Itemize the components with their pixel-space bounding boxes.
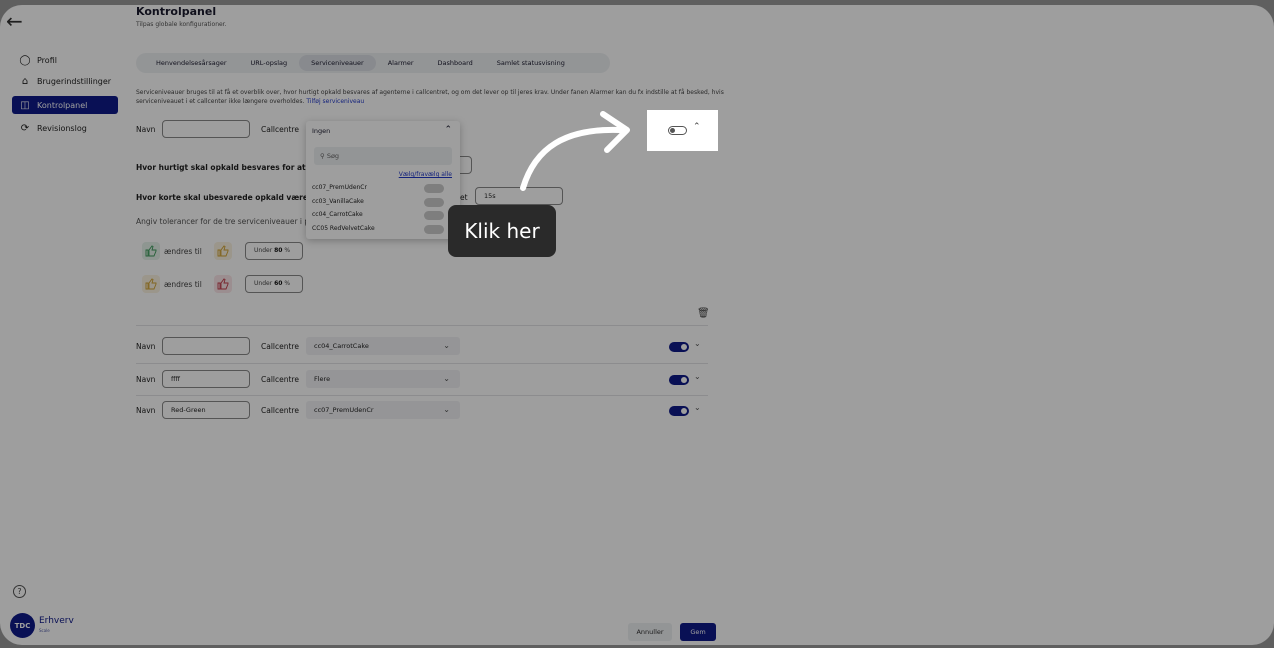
name-label: Navn — [136, 125, 156, 134]
thumb-yellow-icon — [214, 242, 232, 260]
row-callcentre-select[interactable]: cc04_CarrotCake ⌄ — [306, 337, 460, 355]
sidebar-item-profil[interactable]: ◯ Profil — [12, 51, 118, 69]
row-name-label: Navn — [136, 342, 156, 351]
changes-to-label: ændres til — [164, 280, 202, 289]
service-level-toggle[interactable] — [668, 126, 687, 135]
page-subtitle: Tilpas globale konfigurationer. — [136, 21, 227, 28]
tab-url-opslag[interactable]: URL-opslag — [239, 55, 300, 71]
tab-dashboard[interactable]: Dashboard — [426, 55, 485, 71]
page-title: Kontrolpanel — [136, 5, 217, 18]
chevron-down-icon[interactable]: ⌄ — [694, 339, 701, 348]
tab-samlet-statusvisning[interactable]: Samlet statusvisning — [485, 55, 577, 71]
callcentre-dropdown: Ingen ⌃ ⚲ Søg Vælg/fravælg alle cc07_Pre… — [306, 121, 460, 239]
chevron-up-icon[interactable]: ⌃ — [693, 122, 701, 132]
panel-icon: ◫ — [20, 99, 30, 111]
highlighted-toggle-area: ⌃ — [647, 110, 718, 151]
row-toggle[interactable] — [669, 375, 689, 385]
option-toggle[interactable] — [424, 184, 444, 193]
user-icon: ◯ — [19, 54, 31, 66]
row-name-input[interactable]: ffff — [162, 370, 250, 388]
pointer-arrow-icon — [520, 111, 630, 191]
refresh-icon: ⟳ — [20, 122, 30, 134]
row-toggle[interactable] — [669, 342, 689, 352]
tolerance-value: 80 — [274, 247, 283, 254]
option-toggle[interactable] — [424, 211, 444, 220]
tolerance-prefix: Under — [254, 280, 273, 287]
row-name-label: Navn — [136, 375, 156, 384]
home-icon: ⌂ — [21, 75, 29, 87]
logo-name: Erhverv — [39, 615, 74, 626]
row-callcentre-value: cc04_CarrotCake — [314, 342, 369, 350]
chevron-down-icon[interactable]: ⌄ — [694, 372, 701, 381]
click-here-tooltip: Klik her — [448, 205, 556, 257]
divider — [136, 325, 708, 326]
select-all-link[interactable]: Vælg/fravælg alle — [399, 171, 452, 178]
thumb-green-icon — [142, 242, 160, 260]
unanswered-duration-suffix: et — [460, 193, 468, 202]
save-button[interactable]: Gem — [680, 623, 716, 641]
tab-henvendelsesarsager[interactable]: Henvendelsesårsager — [144, 55, 239, 71]
tolerance-green-yellow-input[interactable]: Under 80 % — [245, 242, 303, 260]
row-callcentre-select[interactable]: Flere ⌄ — [306, 370, 460, 388]
chevron-up-icon[interactable]: ⌃ — [444, 125, 452, 135]
help-icon[interactable]: ? — [13, 585, 26, 598]
row-name-input[interactable]: Red-Green — [162, 401, 250, 419]
tolerance-prefix: Under — [254, 247, 273, 254]
tolerance-yellow-red-input[interactable]: Under 60 % — [245, 275, 303, 293]
changes-to-label: ændres til — [164, 247, 202, 256]
option-toggle[interactable] — [424, 198, 444, 207]
thumb-red-icon — [214, 275, 232, 293]
row-name-label: Navn — [136, 406, 156, 415]
app-window: ← ◯ Profil ⌂ Brugerindstillinger ◫ Kontr… — [0, 5, 1274, 645]
row-callcentre-select[interactable]: cc07_PremUdenCr ⌄ — [306, 401, 460, 419]
trash-icon[interactable]: 🗑 — [697, 308, 710, 319]
tolerance-hint: Angiv tolerancer for de tre servicenivea… — [136, 217, 313, 226]
description-text: Serviceniveauer bruges til at få et over… — [136, 89, 724, 105]
chevron-down-icon: ⌄ — [443, 374, 450, 383]
row-callcentre-value: cc07_PremUdenCr — [314, 406, 374, 414]
row-callcentre-label: Callcentre — [261, 375, 299, 384]
logo-tagline: Scale — [39, 627, 50, 633]
dropdown-option[interactable]: cc04_CarrotCake — [312, 211, 363, 218]
thumb-yellow-icon — [142, 275, 160, 293]
divider — [136, 363, 708, 364]
back-arrow-icon[interactable]: ← — [6, 9, 23, 33]
dropdown-option[interactable]: cc03_VanillaCake — [312, 198, 364, 205]
tolerance-unit: % — [284, 280, 291, 287]
cancel-button[interactable]: Annuller — [628, 623, 672, 641]
row-callcentre-label: Callcentre — [261, 406, 299, 415]
row-callcentre-value: Flere — [314, 375, 331, 383]
sidebar-item-label: Kontrolpanel — [37, 100, 88, 110]
tdc-logo-badge: TDC — [10, 613, 35, 638]
name-input[interactable] — [162, 120, 250, 138]
chevron-down-icon: ⌄ — [443, 341, 450, 350]
chevron-down-icon: ⌄ — [443, 405, 450, 414]
option-toggle[interactable] — [424, 225, 444, 234]
tolerance-value: 60 — [274, 280, 283, 287]
sidebar-item-brugerindstillinger[interactable]: ⌂ Brugerindstillinger — [12, 72, 118, 90]
sidebar-item-kontrolpanel[interactable]: ◫ Kontrolpanel — [12, 96, 118, 114]
sidebar-item-revisionslog[interactable]: ⟳ Revisionslog — [12, 119, 118, 137]
description: Serviceniveauer bruges til at få et over… — [136, 88, 726, 106]
dropdown-option[interactable]: CC05 RedVelvetCake — [312, 225, 375, 232]
tab-serviceniveauer[interactable]: Serviceniveauer — [299, 55, 376, 71]
sidebar-item-label: Brugerindstillinger — [37, 76, 112, 86]
callcentre-label: Callcentre — [261, 125, 299, 134]
dropdown-selected-value[interactable]: Ingen — [312, 127, 330, 135]
chevron-down-icon[interactable]: ⌄ — [694, 403, 701, 412]
row-name-input[interactable] — [162, 337, 250, 355]
sidebar-item-label: Revisionslog — [37, 123, 87, 133]
divider — [136, 395, 708, 396]
tab-bar: Henvendelsesårsager URL-opslag Serviceni… — [136, 53, 610, 73]
row-toggle[interactable] — [669, 406, 689, 416]
dropdown-search-input[interactable]: ⚲ Søg — [314, 147, 452, 165]
tolerance-unit: % — [284, 247, 291, 254]
add-service-level-link[interactable]: Tilføj serviceniveau — [306, 98, 364, 105]
tab-alarmer[interactable]: Alarmer — [376, 55, 426, 71]
row-callcentre-label: Callcentre — [261, 342, 299, 351]
dropdown-option[interactable]: cc07_PremUdenCr — [312, 184, 367, 191]
sidebar-item-label: Profil — [37, 55, 57, 65]
logo: TDC Erhverv Scale — [10, 613, 74, 638]
search-placeholder: Søg — [326, 152, 340, 160]
